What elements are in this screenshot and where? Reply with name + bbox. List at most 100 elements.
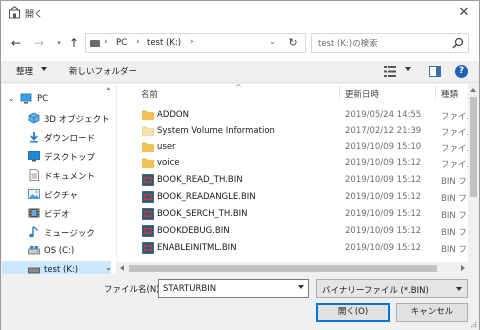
file-name: BOOK_READANGLE.BIN xyxy=(157,192,256,202)
file-date: 2019/10/09 15:10 xyxy=(345,142,422,152)
filetype-dropdown-chevron-icon[interactable] xyxy=(456,287,462,291)
refresh-icon: ↻ xyxy=(288,36,298,49)
drive-icon xyxy=(90,40,100,47)
horizontal-scroll-thumb[interactable] xyxy=(129,265,437,272)
nav-label: ドキュメント xyxy=(44,172,96,182)
nav-item-pictures[interactable]: ピクチャ xyxy=(2,185,111,204)
folder-icon xyxy=(142,110,154,120)
nav-item-3d-objects[interactable]: 3D オブジェクト xyxy=(2,109,111,128)
file-row-bookdebug[interactable]: BOOKDEBUG.BIN 2019/10/09 15:12 BIN ファ xyxy=(117,223,468,239)
breadcrumb-separator-icon[interactable]: › xyxy=(136,37,140,47)
navigation-bar: ← → ▾ ↑ › PC › test (K:) › ⌄ ↻ xyxy=(1,25,479,61)
file-name: BOOK_SERCH_TH.BIN xyxy=(157,209,248,219)
filetype-select[interactable]: バイナリーファイル (*.BIN) xyxy=(316,279,468,298)
file-row-book-readangle[interactable]: BOOK_READANGLE.BIN 2019/10/09 15:12 BIN … xyxy=(117,189,468,205)
new-folder-button[interactable]: 新しいフォルダー xyxy=(69,65,137,77)
file-list-vertical-scrollbar[interactable] xyxy=(468,84,479,274)
file-row-book-read-th[interactable]: BOOK_READ_TH.BIN 2019/10/09 15:12 BIN ファ xyxy=(117,172,468,188)
file-date: 2019/05/24 14:55 xyxy=(345,110,422,120)
column-header-date[interactable]: 更新日時 xyxy=(345,88,379,100)
column-header-row: ^ 名前 更新日時 種類 xyxy=(117,84,468,102)
organize-button[interactable]: 整理 xyxy=(16,65,33,77)
address-dropdown-chevron-icon[interactable]: ⌄ xyxy=(269,37,276,46)
file-date: 2019/10/09 15:12 xyxy=(345,175,422,185)
breadcrumb-separator-icon[interactable]: › xyxy=(190,37,194,47)
breadcrumb-separator-icon[interactable]: › xyxy=(104,37,108,47)
scroll-up-arrow-icon[interactable] xyxy=(470,88,476,92)
drive-icon xyxy=(28,246,40,255)
up-arrow-icon[interactable]: ↑ xyxy=(67,36,81,50)
breadcrumb-pc[interactable]: PC xyxy=(116,38,127,48)
filename-input[interactable] xyxy=(163,283,291,295)
search-icon xyxy=(452,37,464,49)
view-options-chevron-icon[interactable] xyxy=(405,67,411,71)
bin-file-icon xyxy=(142,225,154,237)
view-options-icon[interactable] xyxy=(384,66,396,77)
scroll-right-arrow-icon[interactable] xyxy=(461,265,465,271)
navigation-pane: ⌄ PC 3D オブジェクト ダウンロード デスクトップ ドキュメント ピクチャ… xyxy=(2,84,111,274)
breadcrumb-test-drive[interactable]: test (K:) xyxy=(147,38,181,48)
nav-label: OS (C:) xyxy=(44,246,75,256)
music-icon xyxy=(29,226,39,238)
nav-item-documents[interactable]: ドキュメント xyxy=(2,166,111,185)
filename-combobox[interactable] xyxy=(158,279,309,298)
window-title: 開く xyxy=(25,10,44,20)
videos-icon xyxy=(28,208,40,218)
file-name: user xyxy=(157,142,176,152)
column-header-name[interactable]: 名前 xyxy=(141,88,158,100)
file-date: 2019/10/09 15:12 xyxy=(345,192,422,202)
file-list-horizontal-scrollbar[interactable] xyxy=(117,262,468,274)
preview-pane-icon[interactable] xyxy=(429,66,441,77)
nav-label: ダウンロード xyxy=(44,134,96,144)
close-button[interactable]: ✕ xyxy=(455,4,473,22)
column-divider[interactable] xyxy=(435,86,436,100)
title-bar: 開く ✕ xyxy=(1,1,479,25)
file-type: BIN ファ xyxy=(441,228,468,238)
file-row-system-volume-information[interactable]: System Volume Information 2017/02/12 21:… xyxy=(117,123,468,139)
recent-locations-chevron-icon[interactable]: ▾ xyxy=(52,36,66,50)
file-type: BIN ファ xyxy=(441,194,468,204)
column-divider[interactable] xyxy=(339,86,340,100)
nav-label: 3D オブジェクト xyxy=(44,115,110,125)
help-icon[interactable]: ? xyxy=(455,65,468,78)
back-arrow-icon[interactable]: ← xyxy=(9,36,23,50)
nav-label: ミュージック xyxy=(44,229,95,239)
organize-chevron-icon[interactable] xyxy=(41,67,47,71)
pc-icon xyxy=(20,93,32,104)
nav-item-desktop[interactable]: デスクトップ xyxy=(2,147,111,166)
nav-item-test-drive[interactable]: test (K:) xyxy=(2,261,111,274)
app-icon xyxy=(8,6,21,19)
filename-dropdown-chevron-icon[interactable] xyxy=(298,285,304,289)
file-row-voice[interactable]: voice 2019/10/09 15:12 ファイル xyxy=(117,155,468,171)
nav-item-os-drive[interactable]: OS (C:) xyxy=(2,242,111,261)
file-row-enableinitml[interactable]: ENABLEINITML.BIN 2019/10/09 15:12 BIN ファ xyxy=(117,240,468,256)
open-button[interactable]: 開く(O) xyxy=(316,303,390,322)
dialog-footer: ファイル名(N): バイナリーファイル (*.BIN) 開く(O) キャンセル xyxy=(1,274,479,330)
file-type: ファイル xyxy=(441,112,468,122)
address-bar[interactable]: › PC › test (K:) › ⌄ xyxy=(85,33,306,53)
search-box[interactable] xyxy=(311,33,469,53)
column-header-type[interactable]: 種類 xyxy=(441,88,458,100)
file-date: 2019/10/09 15:12 xyxy=(345,209,422,219)
refresh-button[interactable]: ↻ xyxy=(281,33,306,53)
search-input[interactable] xyxy=(318,37,446,50)
file-date: 2019/10/09 15:12 xyxy=(345,243,422,253)
nav-item-music[interactable]: ミュージック xyxy=(2,223,111,242)
filename-label: ファイル名(N): xyxy=(104,285,163,295)
resize-grip-icon[interactable] xyxy=(469,320,477,328)
file-row-addon[interactable]: ADDON 2019/05/24 14:55 ファイル xyxy=(117,107,468,123)
forward-arrow-icon[interactable]: → xyxy=(32,36,46,50)
vertical-scroll-thumb[interactable] xyxy=(470,97,477,197)
file-row-book-serch-th[interactable]: BOOK_SERCH_TH.BIN 2019/10/09 15:12 BIN フ… xyxy=(117,206,468,222)
file-row-user[interactable]: user 2019/10/09 15:10 ファイル xyxy=(117,139,468,155)
file-type: ファイル xyxy=(441,160,468,170)
nav-item-pc[interactable]: ⌄ PC xyxy=(2,90,111,109)
expand-chevron-icon[interactable]: ⌄ xyxy=(8,94,15,103)
nav-item-videos[interactable]: ビデオ xyxy=(2,204,111,223)
file-name: ENABLEINITML.BIN xyxy=(157,243,237,253)
cancel-button[interactable]: キャンセル xyxy=(396,303,468,322)
scroll-left-arrow-icon[interactable] xyxy=(120,265,124,271)
download-icon xyxy=(30,132,38,143)
pane-splitter[interactable] xyxy=(111,84,116,274)
nav-item-downloads[interactable]: ダウンロード xyxy=(2,128,111,147)
